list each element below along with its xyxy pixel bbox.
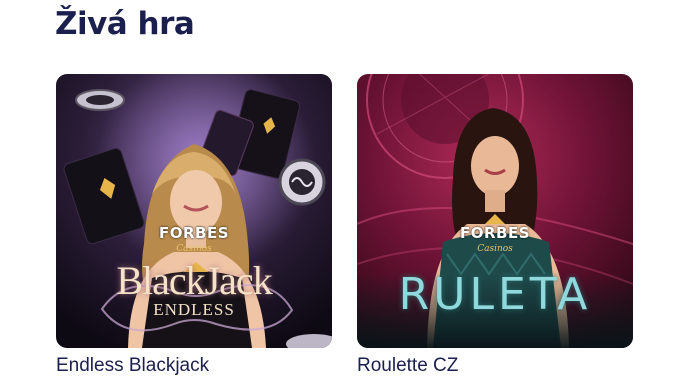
game-art-subtitle: ENDLESS — [153, 300, 235, 319]
game-art-title: BlackJack — [116, 258, 272, 303]
section-title: Živá hra — [55, 6, 195, 42]
game-card-endless-blackjack[interactable]: FORBES Casinos BlackJack ENDLESS Endless… — [56, 74, 332, 378]
brand-logo-sub: Casinos — [176, 244, 212, 254]
brand-logo: FORBES — [459, 224, 531, 242]
game-art-title: RULETA — [398, 269, 592, 320]
brand-logo: FORBES — [158, 224, 230, 242]
game-thumbnail[interactable]: FORBES Casinos RULETA — [357, 74, 633, 348]
game-thumbnail[interactable]: FORBES Casinos BlackJack ENDLESS — [56, 74, 332, 348]
game-card-roulette-cz[interactable]: FORBES Casinos RULETA Roulette CZ — [357, 74, 633, 378]
game-name[interactable]: Endless Blackjack — [56, 354, 332, 378]
brand-logo-sub: Casinos — [477, 244, 513, 254]
game-name[interactable]: Roulette CZ — [357, 354, 633, 378]
